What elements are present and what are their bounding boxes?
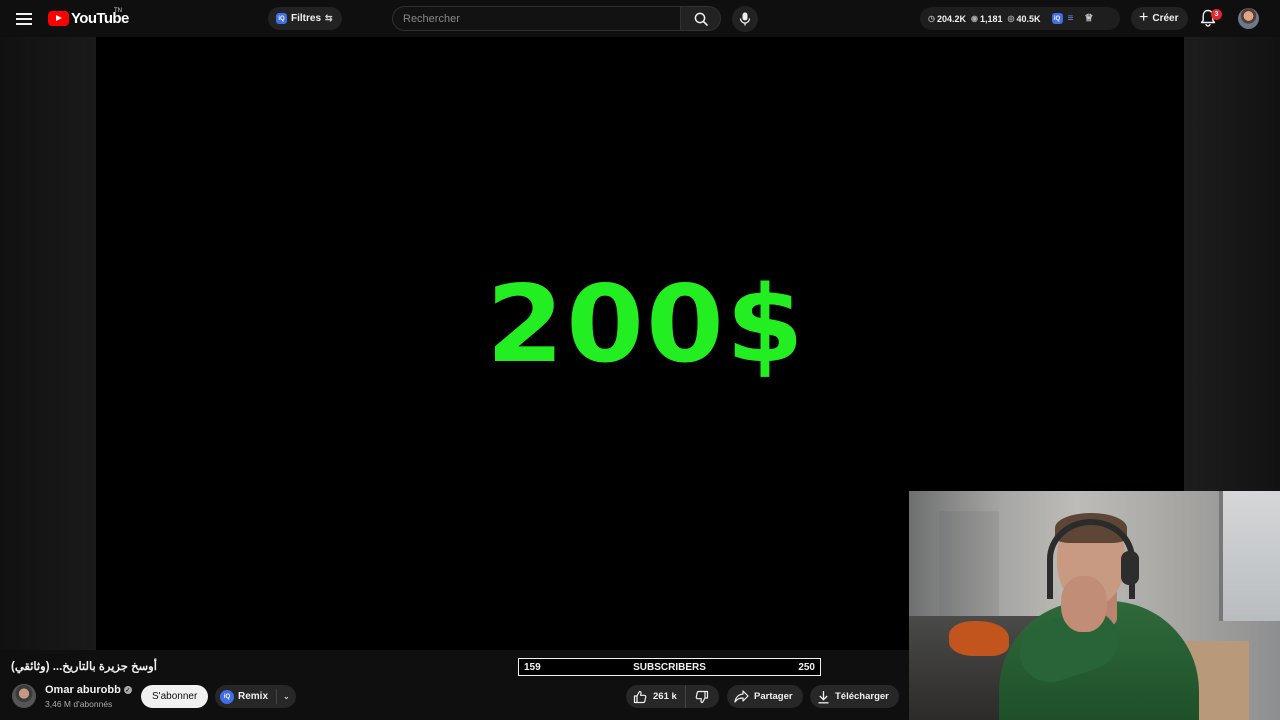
subscribe-button[interactable]: S'abonner <box>141 685 209 708</box>
video-overlay-text: 200$ <box>486 263 806 387</box>
counter-label: SUBSCRIBERS <box>633 661 706 673</box>
filters-button[interactable]: iQ Filtres ⇆ <box>268 7 342 30</box>
headset-earcup <box>1121 551 1139 585</box>
iq-extension-icon: iQ <box>276 13 287 24</box>
download-label: Télécharger <box>835 691 889 702</box>
share-button[interactable]: Partager <box>727 685 803 708</box>
stat-clock: ◷ 204.2K <box>928 14 966 24</box>
queue-icon[interactable]: ≡ <box>1068 13 1074 24</box>
trophy-icon[interactable]: ♕ <box>1084 13 1093 24</box>
like-dislike-group: 261 k <box>626 685 719 708</box>
clock-icon: ◷ <box>928 14 935 23</box>
dislike-button[interactable] <box>686 685 719 708</box>
stat-value: 40.5K <box>1016 13 1041 24</box>
menu-icon[interactable] <box>14 10 34 26</box>
stat-value: 204.2K <box>936 13 967 24</box>
stat-watch: ◎ 40.5K <box>1008 14 1041 24</box>
youtube-logo[interactable]: YouTube TN <box>48 8 129 27</box>
eye-outline-icon: ◎ <box>1007 14 1015 23</box>
verified-icon: ✓ <box>123 686 132 694</box>
create-button[interactable]: + Créer <box>1131 7 1189 30</box>
remix-label: Remix <box>238 691 269 702</box>
search-button[interactable] <box>680 6 721 31</box>
download-button[interactable]: Télécharger <box>810 685 899 708</box>
voice-search-button[interactable] <box>732 6 758 32</box>
top-bar: YouTube TN iQ Filtres ⇆ ◷204.2K ◉1,181 ◎… <box>0 0 1280 37</box>
search-icon <box>694 12 708 26</box>
video-title: أوسخ جزيرة بالتاريخ... (وثائقي) <box>11 661 157 673</box>
filters-label: Filtres <box>291 13 322 24</box>
iq-extension-icon[interactable]: iQ <box>1051 13 1063 24</box>
share-label: Partager <box>754 691 793 702</box>
microphone-icon <box>739 12 751 26</box>
channel-avatar[interactable] <box>12 684 36 708</box>
extension-stats-bar[interactable]: ◷ 204.2K ◉ 1,181 ◎ 40.5K iQ ≡ ♕ <box>920 7 1120 30</box>
youtube-play-icon <box>48 11 69 26</box>
webcam-overlay <box>909 491 1280 720</box>
logo-region: TN <box>114 8 122 14</box>
channel-name[interactable]: Omar aburobb ✓ <box>45 684 132 696</box>
chevron-down-icon[interactable]: ⌄ <box>283 692 290 701</box>
download-icon <box>818 690 829 703</box>
create-label: Créer <box>1152 13 1179 24</box>
subscriber-count: 3,46 M d'abonnés <box>45 699 113 709</box>
webcam-clothes-pile <box>949 621 1009 656</box>
eye-icon: ◉ <box>971 14 978 23</box>
person-hand <box>1061 576 1107 632</box>
search-box <box>392 6 680 31</box>
account-avatar[interactable] <box>1238 8 1259 29</box>
sliders-icon: ⇆ <box>325 13 333 23</box>
search-input[interactable] <box>403 12 680 25</box>
share-icon <box>734 690 749 703</box>
channel-name-text: Omar aburobb <box>45 684 121 696</box>
stat-views: ◉ 1,181 <box>971 14 1003 24</box>
notification-count-badge: 3 <box>1211 9 1222 20</box>
subscriber-goal-counter: 159 SUBSCRIBERS 250 <box>518 658 821 676</box>
ambient-left <box>0 37 96 650</box>
stat-value: 1,181 <box>980 13 1003 24</box>
plus-icon: + <box>1139 8 1149 26</box>
webcam-window <box>1219 491 1280 621</box>
thumbs-down-icon <box>696 690 709 703</box>
like-count: 261 k <box>653 691 677 702</box>
divider <box>276 689 278 704</box>
thumbs-up-icon <box>633 690 647 703</box>
iq-extension-icon: iQ <box>220 689 234 704</box>
like-button[interactable]: 261 k <box>633 685 686 708</box>
remix-button[interactable]: iQ Remix ⌄ <box>215 685 296 708</box>
